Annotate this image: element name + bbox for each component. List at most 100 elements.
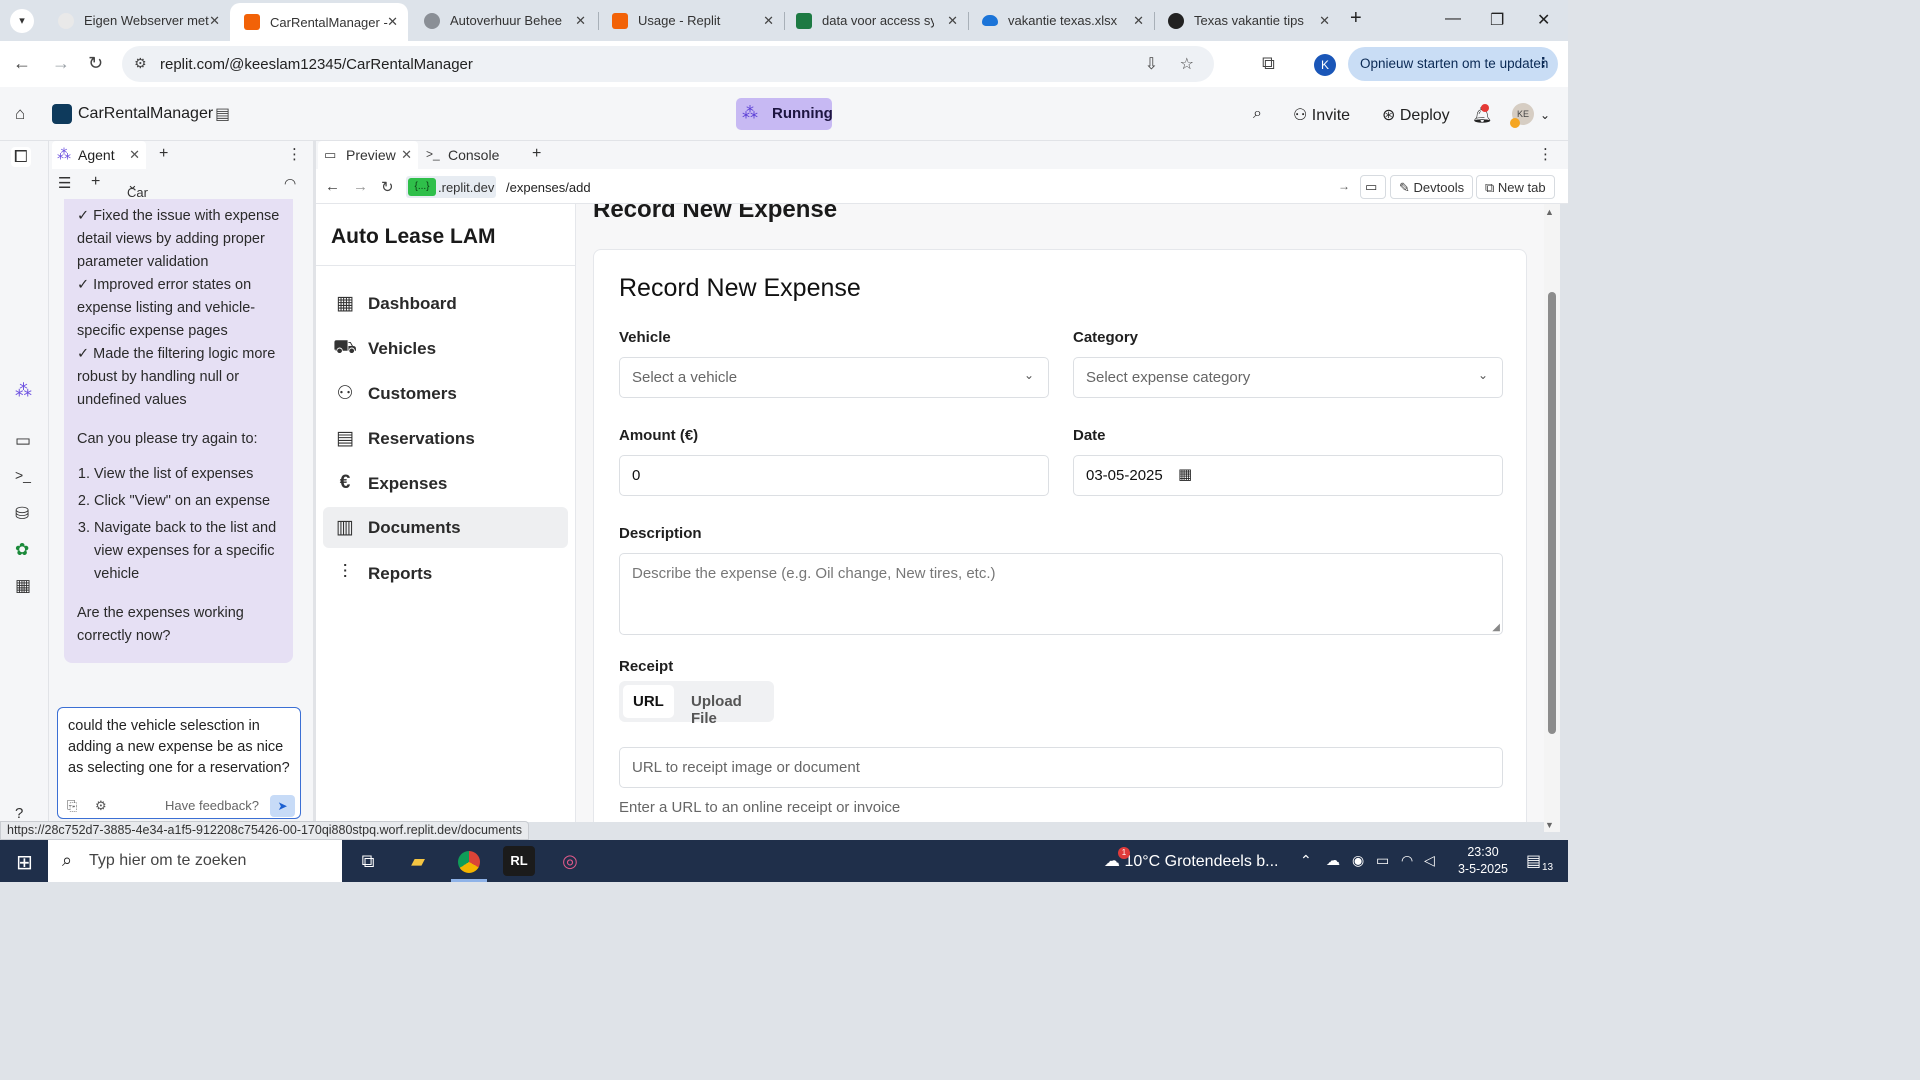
app-icon[interactable]: ◎ [554,846,586,876]
menu-dots-icon[interactable]: ⋮ [1538,145,1553,163]
browser-tab-1[interactable]: Eigen Webserver met ✕ [44,0,230,41]
back-icon[interactable]: ← [13,53,31,74]
home-icon[interactable]: ⌂ [15,104,25,124]
repl-name[interactable]: CarRentalManager [78,105,213,123]
task-view-icon[interactable]: ⧉ [352,846,384,876]
amount-input[interactable]: 0 [619,455,1049,496]
install-icon[interactable]: ⇩ [1145,54,1158,74]
tab-search-icon[interactable]: ▾ [10,9,34,33]
description-textarea[interactable]: Describe the expense (e.g. Oil change, N… [619,553,1503,635]
feedback-link[interactable]: Have feedback? [165,798,259,813]
bookmark-star-icon[interactable]: ☆ [1180,54,1194,74]
restore-icon[interactable]: ❐ [1490,10,1504,30]
volume-icon[interactable]: ◁ [1424,852,1435,869]
date-input[interactable]: 03-05-2025 ▦ [1073,455,1503,496]
browser-tab-7[interactable]: Texas vakantie tips ✕ [1154,0,1340,41]
deployments-icon[interactable]: ✿ [15,540,29,560]
close-icon[interactable]: ✕ [1133,13,1144,29]
add-tab-icon[interactable]: + [159,145,168,163]
close-icon[interactable]: ✕ [401,147,412,163]
new-tab-button[interactable]: + [1350,7,1362,30]
nav-reports[interactable]: ⫶ Reports [323,553,568,594]
console-icon[interactable]: >_ [15,467,31,483]
receipt-url-option[interactable]: URL [623,685,674,718]
minimize-icon[interactable]: — [1445,10,1461,28]
attach-icon[interactable]: ⎘ [67,798,77,814]
profile-avatar[interactable]: K [1314,54,1336,76]
close-icon[interactable]: ✕ [387,14,398,30]
device-preview-icon[interactable]: ▭ [1360,175,1386,199]
browser-tab-4[interactable]: Usage - Replit ✕ [598,0,784,41]
camera-icon[interactable]: ◉ [1352,852,1364,869]
window-close-icon[interactable]: ✕ [1537,10,1550,30]
files-icon[interactable]: ⧠ [11,147,31,167]
close-icon[interactable]: ✕ [129,147,140,163]
tab-console[interactable]: >_ Console [420,141,520,169]
receipt-url-input[interactable]: URL to receipt image or document [619,747,1503,788]
category-select[interactable]: Select expense category ⌄ [1073,357,1503,398]
taskbar-search[interactable]: ⌕ Typ hier om te zoeken [48,840,342,882]
help-icon[interactable]: ? [15,805,23,822]
preview-icon[interactable]: ▭ [15,431,31,451]
all-tools-icon[interactable]: ▦ [15,576,31,596]
scroll-thumb[interactable] [1548,292,1556,734]
browser-tab-5[interactable]: data voor access syst ✕ [782,0,968,41]
chrome-icon[interactable] [453,846,485,876]
reload-icon[interactable]: ↻ [88,53,103,74]
update-button[interactable]: Opnieuw starten om te updaten ⋮ [1348,47,1558,81]
new-tab-button[interactable]: ⧉ New tab [1476,175,1555,199]
speedometer-icon[interactable]: ◠ [284,175,296,192]
scroll-down-icon[interactable]: ▼ [1545,820,1554,830]
forward-icon[interactable]: → [52,53,70,74]
storage-icon[interactable]: ▤ [215,104,230,124]
new-chat-icon[interactable]: + [91,173,100,191]
close-icon[interactable]: ✕ [763,13,774,29]
nav-dashboard[interactable]: ▦ Dashboard [323,283,568,324]
back-icon[interactable]: ← [325,178,340,195]
database-icon[interactable]: ⛁ [15,504,29,524]
preview-domain[interactable]: {...} .replit.dev [406,176,496,198]
file-explorer-icon[interactable]: ▰ [402,846,434,876]
windows-start-icon[interactable]: ⊞ [16,850,33,875]
vehicle-select[interactable]: Select a vehicle ⌄ [619,357,1049,398]
add-tab-icon[interactable]: + [532,145,541,163]
onedrive-icon[interactable]: ☁ [1326,852,1340,869]
receipt-upload-option[interactable]: Upload File [681,685,774,727]
close-icon[interactable]: ✕ [575,13,586,29]
chevron-down-icon[interactable]: ⌄ [1540,108,1550,122]
devtools-button[interactable]: ✎ Devtools [1390,175,1474,199]
nav-customers[interactable]: ⚇ Customers [323,373,568,414]
weather-widget[interactable]: ☁ 10°C Grotendeels b... [1104,851,1279,871]
extensions-icon[interactable]: ⧉ [1262,53,1275,74]
scroll-up-icon[interactable]: ▲ [1545,207,1554,217]
browser-tab-3[interactable]: Autoverhuur Beheer ✕ [410,0,596,41]
agent-icon[interactable]: ⁂ [15,381,32,401]
nav-reservations[interactable]: ▤ Reservations [323,418,568,459]
clock[interactable]: 23:30 3-5-2025 [1455,844,1511,878]
address-url[interactable]: replit.com/@keeslam12345/CarRentalManage… [160,56,473,73]
nav-documents[interactable]: ▥ Documents [323,507,568,548]
rl-app-icon[interactable]: RL [503,846,535,876]
deploy-button[interactable]: ⊛ Deploy [1382,105,1450,125]
address-bar[interactable]: ⚙ replit.com/@keeslam12345/CarRentalMana… [122,46,1214,82]
menu-dots-icon[interactable]: ⋮ [287,145,302,163]
go-arrow-icon[interactable]: → [1338,179,1350,193]
close-icon[interactable]: ✕ [209,13,220,29]
browser-tab-2[interactable]: CarRentalManager - I ✕ [230,3,408,41]
close-icon[interactable]: ✕ [1319,13,1330,29]
notifications-icon[interactable]: ▤ [1526,851,1541,871]
tab-agent[interactable]: ⁂ Agent ✕ [52,141,146,169]
send-button[interactable]: ➤ [270,795,295,817]
close-icon[interactable]: ✕ [947,13,958,29]
menu-dots-icon[interactable]: ⋮ [1537,55,1551,71]
search-icon[interactable]: ⌕ [1253,105,1262,123]
reload-icon[interactable]: ↻ [381,178,394,196]
calendar-icon[interactable]: ▦ [1178,465,1192,483]
invite-button[interactable]: ⚇ Invite [1293,105,1350,125]
project-selector[interactable]: Car Rental Bu... ⌄ [127,177,165,230]
nav-vehicles[interactable]: ⛟ Vehicles [323,328,568,369]
tab-preview[interactable]: ▭ Preview ✕ [318,141,418,169]
nav-expenses[interactable]: € Expenses [323,463,568,504]
run-status-button[interactable]: ⁂ Running [736,98,833,130]
resize-grip-icon[interactable]: ◢ [1492,622,1500,633]
